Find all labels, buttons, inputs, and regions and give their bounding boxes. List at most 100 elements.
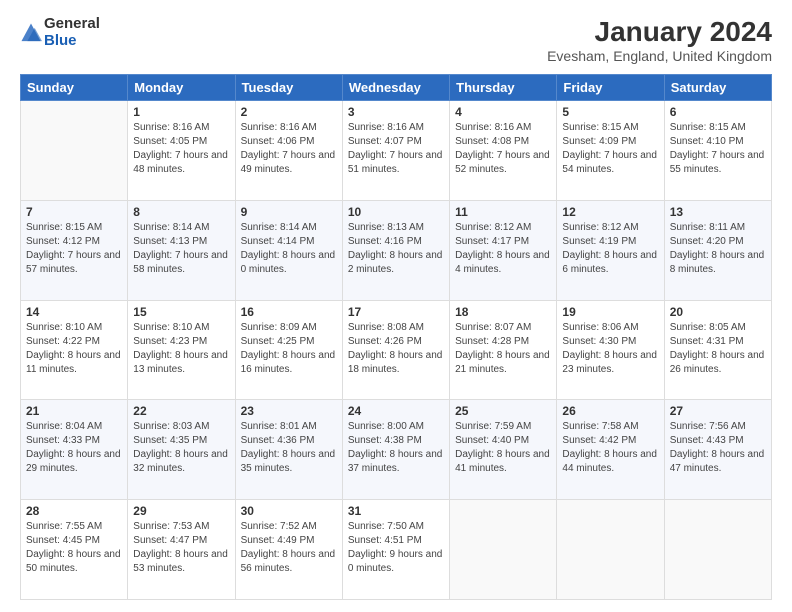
day-info: Sunrise: 8:10 AM Sunset: 4:22 PM Dayligh… bbox=[26, 321, 122, 377]
day-number: 21 bbox=[26, 404, 122, 418]
day-number: 5 bbox=[562, 105, 658, 119]
daylight-text: Daylight: 8 hours and 21 minutes. bbox=[455, 350, 550, 375]
col-wednesday: Wednesday bbox=[342, 75, 449, 101]
daylight-text: Daylight: 8 hours and 23 minutes. bbox=[562, 350, 657, 375]
sunset-text: Sunset: 4:47 PM bbox=[133, 535, 207, 546]
sunrise-text: Sunrise: 8:00 AM bbox=[348, 421, 424, 432]
sunset-text: Sunset: 4:36 PM bbox=[241, 435, 315, 446]
sunset-text: Sunset: 4:08 PM bbox=[455, 136, 529, 147]
day-info: Sunrise: 8:15 AM Sunset: 4:10 PM Dayligh… bbox=[670, 121, 766, 177]
daylight-text: Daylight: 8 hours and 18 minutes. bbox=[348, 350, 443, 375]
sunrise-text: Sunrise: 8:06 AM bbox=[562, 322, 638, 333]
day-cell: 17 Sunrise: 8:08 AM Sunset: 4:26 PM Dayl… bbox=[342, 300, 449, 400]
day-number: 18 bbox=[455, 305, 551, 319]
day-number: 22 bbox=[133, 404, 229, 418]
day-info: Sunrise: 8:16 AM Sunset: 4:08 PM Dayligh… bbox=[455, 121, 551, 177]
sunset-text: Sunset: 4:23 PM bbox=[133, 336, 207, 347]
day-info: Sunrise: 8:01 AM Sunset: 4:36 PM Dayligh… bbox=[241, 420, 337, 476]
logo-blue-text: Blue bbox=[44, 33, 100, 50]
week-row-3: 21 Sunrise: 8:04 AM Sunset: 4:33 PM Dayl… bbox=[21, 400, 772, 500]
day-number: 14 bbox=[26, 305, 122, 319]
day-number: 23 bbox=[241, 404, 337, 418]
sunrise-text: Sunrise: 8:10 AM bbox=[26, 322, 102, 333]
col-monday: Monday bbox=[128, 75, 235, 101]
day-cell: 6 Sunrise: 8:15 AM Sunset: 4:10 PM Dayli… bbox=[664, 101, 771, 201]
sunrise-text: Sunrise: 7:52 AM bbox=[241, 521, 317, 532]
day-cell: 14 Sunrise: 8:10 AM Sunset: 4:22 PM Dayl… bbox=[21, 300, 128, 400]
sunset-text: Sunset: 4:22 PM bbox=[26, 336, 100, 347]
sunrise-text: Sunrise: 8:15 AM bbox=[562, 122, 638, 133]
sunset-text: Sunset: 4:33 PM bbox=[26, 435, 100, 446]
sunset-text: Sunset: 4:07 PM bbox=[348, 136, 422, 147]
daylight-text: Daylight: 8 hours and 41 minutes. bbox=[455, 449, 550, 474]
sunset-text: Sunset: 4:19 PM bbox=[562, 236, 636, 247]
day-number: 12 bbox=[562, 205, 658, 219]
day-cell: 27 Sunrise: 7:56 AM Sunset: 4:43 PM Dayl… bbox=[664, 400, 771, 500]
day-cell: 23 Sunrise: 8:01 AM Sunset: 4:36 PM Dayl… bbox=[235, 400, 342, 500]
day-cell: 3 Sunrise: 8:16 AM Sunset: 4:07 PM Dayli… bbox=[342, 101, 449, 201]
sunrise-text: Sunrise: 8:01 AM bbox=[241, 421, 317, 432]
sunrise-text: Sunrise: 7:58 AM bbox=[562, 421, 638, 432]
daylight-text: Daylight: 8 hours and 0 minutes. bbox=[241, 250, 336, 275]
day-cell: 28 Sunrise: 7:55 AM Sunset: 4:45 PM Dayl… bbox=[21, 500, 128, 600]
sunrise-text: Sunrise: 8:09 AM bbox=[241, 322, 317, 333]
col-sunday: Sunday bbox=[21, 75, 128, 101]
header-row: Sunday Monday Tuesday Wednesday Thursday… bbox=[21, 75, 772, 101]
week-row-2: 14 Sunrise: 8:10 AM Sunset: 4:22 PM Dayl… bbox=[21, 300, 772, 400]
sunset-text: Sunset: 4:42 PM bbox=[562, 435, 636, 446]
logo-general-text: General bbox=[44, 16, 100, 33]
sunrise-text: Sunrise: 8:12 AM bbox=[562, 222, 638, 233]
logo-icon bbox=[20, 22, 42, 44]
calendar-table: Sunday Monday Tuesday Wednesday Thursday… bbox=[20, 74, 772, 600]
day-info: Sunrise: 8:10 AM Sunset: 4:23 PM Dayligh… bbox=[133, 321, 229, 377]
day-cell: 16 Sunrise: 8:09 AM Sunset: 4:25 PM Dayl… bbox=[235, 300, 342, 400]
day-info: Sunrise: 8:16 AM Sunset: 4:05 PM Dayligh… bbox=[133, 121, 229, 177]
day-number: 3 bbox=[348, 105, 444, 119]
sunrise-text: Sunrise: 8:07 AM bbox=[455, 322, 531, 333]
day-cell: 12 Sunrise: 8:12 AM Sunset: 4:19 PM Dayl… bbox=[557, 200, 664, 300]
daylight-text: Daylight: 8 hours and 37 minutes. bbox=[348, 449, 443, 474]
sunset-text: Sunset: 4:45 PM bbox=[26, 535, 100, 546]
sunset-text: Sunset: 4:35 PM bbox=[133, 435, 207, 446]
sunset-text: Sunset: 4:17 PM bbox=[455, 236, 529, 247]
day-info: Sunrise: 8:12 AM Sunset: 4:19 PM Dayligh… bbox=[562, 221, 658, 277]
day-number: 10 bbox=[348, 205, 444, 219]
week-row-4: 28 Sunrise: 7:55 AM Sunset: 4:45 PM Dayl… bbox=[21, 500, 772, 600]
week-row-0: 1 Sunrise: 8:16 AM Sunset: 4:05 PM Dayli… bbox=[21, 101, 772, 201]
day-cell: 25 Sunrise: 7:59 AM Sunset: 4:40 PM Dayl… bbox=[450, 400, 557, 500]
day-info: Sunrise: 8:09 AM Sunset: 4:25 PM Dayligh… bbox=[241, 321, 337, 377]
day-cell: 11 Sunrise: 8:12 AM Sunset: 4:17 PM Dayl… bbox=[450, 200, 557, 300]
col-tuesday: Tuesday bbox=[235, 75, 342, 101]
day-cell: 19 Sunrise: 8:06 AM Sunset: 4:30 PM Dayl… bbox=[557, 300, 664, 400]
day-number: 17 bbox=[348, 305, 444, 319]
sunrise-text: Sunrise: 8:04 AM bbox=[26, 421, 102, 432]
day-cell: 2 Sunrise: 8:16 AM Sunset: 4:06 PM Dayli… bbox=[235, 101, 342, 201]
sunrise-text: Sunrise: 7:59 AM bbox=[455, 421, 531, 432]
sunset-text: Sunset: 4:49 PM bbox=[241, 535, 315, 546]
day-info: Sunrise: 7:52 AM Sunset: 4:49 PM Dayligh… bbox=[241, 520, 337, 576]
sunrise-text: Sunrise: 8:15 AM bbox=[670, 122, 746, 133]
day-info: Sunrise: 8:16 AM Sunset: 4:07 PM Dayligh… bbox=[348, 121, 444, 177]
sunset-text: Sunset: 4:51 PM bbox=[348, 535, 422, 546]
daylight-text: Daylight: 7 hours and 57 minutes. bbox=[26, 250, 121, 275]
daylight-text: Daylight: 9 hours and 0 minutes. bbox=[348, 549, 443, 574]
day-cell: 29 Sunrise: 7:53 AM Sunset: 4:47 PM Dayl… bbox=[128, 500, 235, 600]
day-info: Sunrise: 7:50 AM Sunset: 4:51 PM Dayligh… bbox=[348, 520, 444, 576]
sunset-text: Sunset: 4:31 PM bbox=[670, 336, 744, 347]
week-row-1: 7 Sunrise: 8:15 AM Sunset: 4:12 PM Dayli… bbox=[21, 200, 772, 300]
day-number: 26 bbox=[562, 404, 658, 418]
daylight-text: Daylight: 7 hours and 52 minutes. bbox=[455, 150, 550, 175]
col-friday: Friday bbox=[557, 75, 664, 101]
day-cell: 4 Sunrise: 8:16 AM Sunset: 4:08 PM Dayli… bbox=[450, 101, 557, 201]
day-number: 31 bbox=[348, 504, 444, 518]
col-saturday: Saturday bbox=[664, 75, 771, 101]
sunset-text: Sunset: 4:20 PM bbox=[670, 236, 744, 247]
day-cell bbox=[21, 101, 128, 201]
daylight-text: Daylight: 8 hours and 44 minutes. bbox=[562, 449, 657, 474]
day-info: Sunrise: 8:14 AM Sunset: 4:13 PM Dayligh… bbox=[133, 221, 229, 277]
day-number: 24 bbox=[348, 404, 444, 418]
sunrise-text: Sunrise: 8:08 AM bbox=[348, 322, 424, 333]
daylight-text: Daylight: 8 hours and 8 minutes. bbox=[670, 250, 765, 275]
day-number: 16 bbox=[241, 305, 337, 319]
header: General Blue January 2024 Evesham, Engla… bbox=[20, 16, 772, 64]
